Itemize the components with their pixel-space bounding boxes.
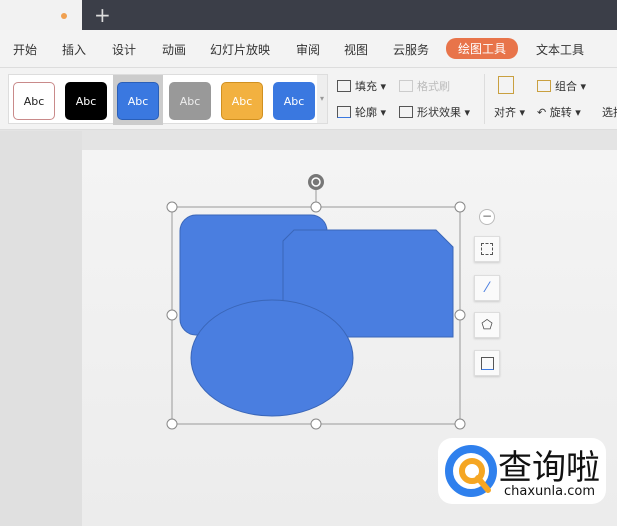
brush-icon: ⁄	[485, 280, 489, 296]
resize-handle[interactable]	[310, 201, 322, 213]
resize-handle[interactable]	[310, 418, 322, 430]
collapse-icon[interactable]: −	[479, 209, 495, 225]
paint-bucket-icon: ⬠	[481, 317, 493, 333]
rotate-handle-icon[interactable]	[308, 174, 324, 190]
fill-quick-button[interactable]: ⬠	[474, 312, 500, 338]
watermark-logo: 查询啦 chaxunla.com	[438, 438, 606, 504]
resize-handle[interactable]	[454, 201, 466, 213]
style-brush-button[interactable]: ⁄	[474, 275, 500, 301]
outline-square-icon	[480, 356, 494, 370]
magnifier-logo-icon	[445, 445, 497, 497]
resize-handle[interactable]	[454, 309, 466, 321]
resize-handle[interactable]	[166, 418, 178, 430]
shape-select-button[interactable]	[474, 236, 500, 262]
outline-quick-button[interactable]	[474, 350, 500, 376]
resize-handle[interactable]	[454, 418, 466, 430]
ellipse-shape[interactable]	[190, 299, 354, 417]
layers-icon	[481, 243, 493, 255]
resize-handle[interactable]	[166, 309, 178, 321]
resize-handle[interactable]	[166, 201, 178, 213]
